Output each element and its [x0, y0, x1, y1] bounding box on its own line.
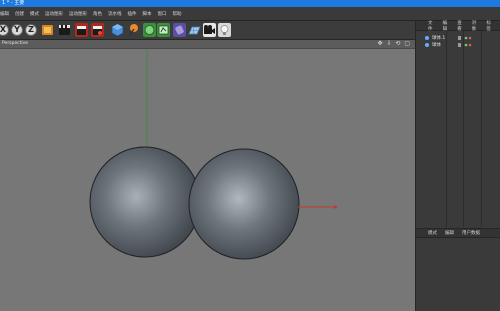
column-divider — [481, 31, 482, 227]
menu-item-script[interactable]: 脚本 — [143, 11, 152, 17]
window-title: 1 * - 主要 — [2, 0, 25, 6]
render-region-button[interactable] — [58, 23, 71, 37]
menu-item-mode[interactable]: 模式 — [30, 11, 39, 17]
window-title-bar: 1 * - 主要 — [0, 0, 500, 7]
subdivision-icon — [144, 25, 155, 35]
pen-spline-button[interactable] — [127, 23, 140, 37]
om-menu-view[interactable]: 查看 — [457, 20, 464, 32]
camera-button[interactable] — [203, 23, 216, 37]
menu-item-help[interactable]: 帮助 — [173, 11, 182, 17]
menu-bar: 编辑 创建 模式 运动图形 运动图形 角色 流水线 插件 脚本 窗口 帮助 — [0, 7, 500, 21]
om-menu-file[interactable]: 文件 — [428, 20, 435, 32]
light-button[interactable] — [218, 23, 231, 37]
y-axis-lock-button[interactable]: Y — [11, 24, 23, 36]
om-menu-objects[interactable]: 对象 — [472, 20, 479, 32]
clapper-icon — [93, 26, 102, 35]
coordinate-system-button[interactable] — [41, 23, 54, 37]
perspective-viewport[interactable]: Perspective ✥ ⇩ ⟲ ▢ — [0, 40, 415, 311]
object-name[interactable]: 球体 — [432, 42, 457, 48]
sphere-object-icon — [425, 35, 429, 40]
camera-icon — [204, 25, 215, 34]
menu-item-pipeline[interactable]: 流水线 — [108, 11, 122, 17]
om-menu-edit[interactable]: 编辑 — [443, 20, 450, 32]
menu-item-edit[interactable]: 编辑 — [0, 11, 9, 17]
sphere-object — [89, 146, 201, 258]
floor-button[interactable] — [188, 23, 201, 37]
subdivision-surface-button[interactable] — [143, 23, 156, 37]
attribute-manager-menu: 模式 编辑 用户数据 — [416, 228, 500, 238]
z-axis-lock-button[interactable]: Z — [25, 24, 37, 36]
render-view-button[interactable] — [75, 23, 88, 37]
menu-item-mograph-2[interactable]: 运动图形 — [69, 11, 87, 17]
column-divider — [446, 31, 447, 227]
clapper-icon — [59, 25, 70, 35]
floor-icon — [188, 26, 201, 35]
am-menu-mode[interactable]: 模式 — [428, 230, 437, 236]
menu-item-create[interactable]: 创建 — [15, 11, 24, 17]
visibility-toggle-icon[interactable] — [457, 42, 473, 48]
om-menu-tags[interactable]: 标签 — [486, 20, 493, 32]
menu-item-mograph[interactable]: 运动图形 — [45, 11, 63, 17]
viewport-scene — [89, 50, 338, 260]
x-axis-lock-button[interactable]: X — [0, 24, 9, 36]
object-manager-menu: 文件 编辑 查看 对象 标签 — [416, 20, 500, 32]
deformer-button[interactable] — [173, 23, 186, 37]
menu-item-plugins[interactable]: 插件 — [128, 11, 137, 17]
pen-icon — [128, 24, 138, 37]
coordinate-system-icon — [42, 25, 53, 35]
sphere-object-icon — [425, 42, 429, 47]
menu-item-character[interactable]: 角色 — [93, 11, 102, 17]
menu-item-window[interactable]: 窗口 — [158, 11, 167, 17]
array-icon — [158, 25, 169, 35]
array-button[interactable] — [157, 23, 170, 37]
cube-object-button[interactable] — [111, 23, 124, 37]
object-row-sphere-1[interactable]: 球体.1 — [416, 34, 500, 41]
lightbulb-icon — [220, 25, 229, 35]
sphere-1-object — [188, 148, 300, 260]
object-row-sphere[interactable]: 球体 — [416, 41, 500, 48]
am-menu-edit[interactable]: 编辑 — [445, 230, 454, 236]
visibility-toggle-icon[interactable] — [457, 35, 473, 41]
object-name[interactable]: 球体.1 — [432, 35, 457, 41]
column-divider — [463, 31, 464, 227]
deformer-icon — [175, 25, 184, 35]
x-axis-arrowhead — [334, 205, 338, 209]
right-panel: 文件 编辑 查看 对象 标签 球体.1 球体 模式 编辑 用户数据 — [415, 21, 500, 311]
am-menu-user-data[interactable]: 用户数据 — [462, 230, 480, 236]
render-to-picture-viewer-button[interactable] — [91, 23, 104, 37]
clapper-icon — [77, 26, 86, 35]
cube-icon — [111, 23, 124, 37]
